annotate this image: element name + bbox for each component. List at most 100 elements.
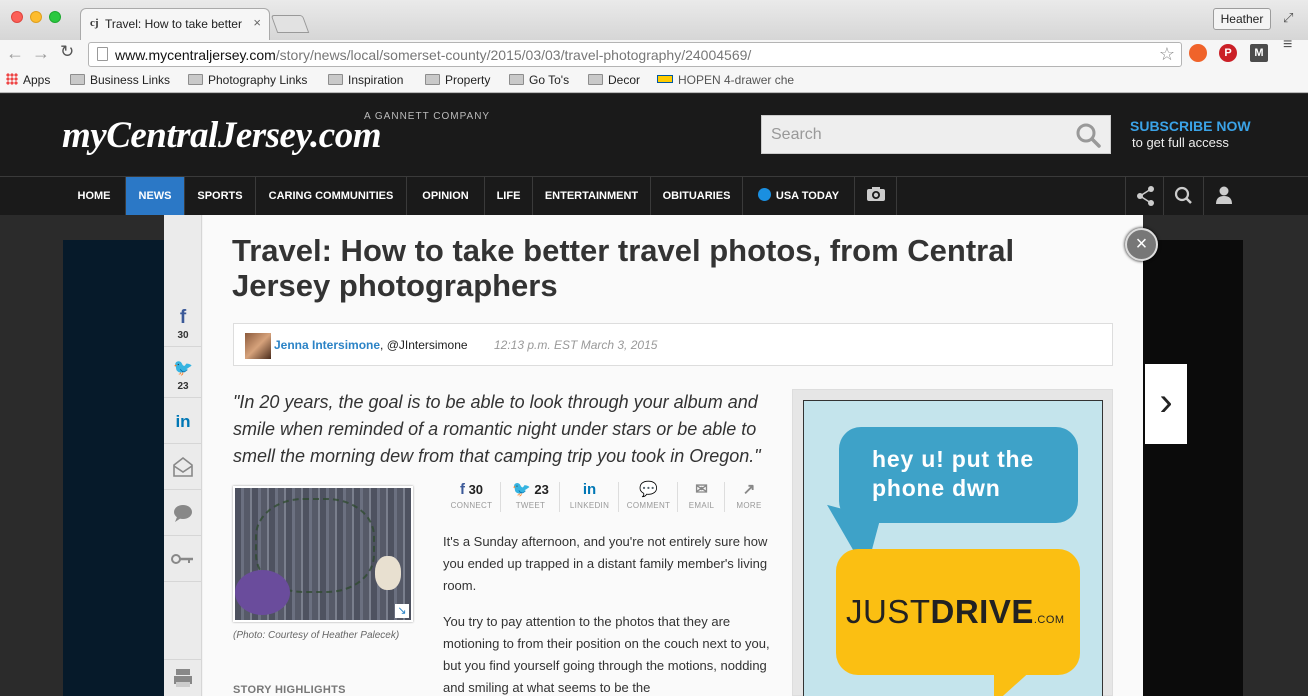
- nav-sports[interactable]: SPORTS: [185, 177, 256, 215]
- story-highlights-heading: STORY HIGHLIGHTS: [233, 684, 346, 696]
- comment-icon: [174, 505, 192, 522]
- close-modal-button[interactable]: ×: [1125, 228, 1158, 261]
- photo-pot: [235, 570, 290, 615]
- next-article-button[interactable]: ›: [1145, 364, 1187, 444]
- rail-facebook[interactable]: f 30: [164, 297, 202, 347]
- bookmark-apps[interactable]: Apps: [6, 73, 50, 87]
- back-arrow-icon[interactable]: ←: [6, 43, 24, 64]
- forward-arrow-icon[interactable]: →: [32, 43, 50, 64]
- nav-news[interactable]: NEWS: [126, 177, 185, 215]
- nav-caring-communities[interactable]: CARING COMMUNITIES: [256, 177, 407, 215]
- share-email[interactable]: ✉ EMAIL: [679, 482, 725, 512]
- author-avatar[interactable]: [245, 333, 271, 359]
- bookmark-photography-links[interactable]: Photography Links: [188, 73, 307, 87]
- linkedin-icon: in: [582, 481, 597, 498]
- share-more[interactable]: ↗ MORE: [726, 482, 772, 512]
- ad-container: hey u! put the phone dwn JUSTDRIVE.COM: [792, 389, 1113, 696]
- zoom-window-button[interactable]: [49, 11, 61, 23]
- chevron-right-icon: ›: [1159, 380, 1173, 424]
- bookmark-property[interactable]: Property: [425, 73, 490, 87]
- tab-title: Travel: How to take better: [105, 17, 242, 31]
- new-tab-button[interactable]: [270, 15, 310, 33]
- subscribe-link[interactable]: SUBSCRIBE NOW: [1130, 118, 1251, 134]
- linkedin-icon: in: [175, 412, 191, 431]
- main-nav: HOME NEWS SPORTS CARING COMMUNITIES OPIN…: [0, 176, 1308, 215]
- nav-opinion[interactable]: OPINION: [407, 177, 485, 215]
- twitter-count: 23: [177, 381, 189, 392]
- twitter-icon: 🐦: [512, 481, 531, 498]
- nav-usa-today[interactable]: USA TODAY: [743, 177, 855, 215]
- publish-date: 12:13 p.m. EST March 3, 2015: [494, 338, 658, 352]
- search-nav-button[interactable]: [1163, 177, 1203, 215]
- rail-key[interactable]: [164, 537, 202, 582]
- rail-comment[interactable]: [164, 491, 202, 536]
- article-text: It's a Sunday afternoon, and you're not …: [443, 531, 778, 696]
- share-label: TWEET: [515, 501, 546, 510]
- rail-twitter[interactable]: 🐦 23: [164, 348, 202, 398]
- user-icon: [1216, 186, 1232, 204]
- nav-home[interactable]: HOME: [63, 177, 126, 215]
- email-icon: [173, 456, 193, 477]
- just-drive-ad[interactable]: hey u! put the phone dwn JUSTDRIVE.COM: [803, 400, 1103, 696]
- search-icon: [1174, 186, 1192, 204]
- twitter-icon: 🐦: [173, 360, 193, 377]
- site-header: myCentralJersey.com A GANNETT COMPANY SU…: [0, 94, 1308, 176]
- article-photo[interactable]: ↘: [233, 486, 413, 622]
- share-label: COMMENT: [626, 501, 671, 510]
- subscribe-subtext[interactable]: to get full access: [1132, 135, 1229, 150]
- folder-icon: [70, 74, 85, 85]
- m-extension-icon[interactable]: M: [1250, 44, 1268, 62]
- share-icon: [1137, 186, 1154, 206]
- nav-obituaries[interactable]: OBITUARIES: [651, 177, 743, 215]
- fullscreen-icon[interactable]: ⤢: [1283, 10, 1293, 26]
- bookmark-go-tos[interactable]: Go To's: [509, 73, 569, 87]
- key-icon: [171, 554, 193, 564]
- article-modal: f 30 🐦 23 in Travel: How to take better …: [164, 215, 1143, 696]
- bookmark-star-icon[interactable]: ☆: [1159, 44, 1175, 65]
- share-linkedin[interactable]: in LINKEDIN: [561, 482, 619, 512]
- search-icon[interactable]: [1075, 122, 1101, 148]
- bookmark-hopen[interactable]: HOPEN 4-drawer che: [657, 73, 794, 87]
- menu-icon[interactable]: ≡: [1283, 37, 1292, 53]
- rail-print[interactable]: [164, 659, 202, 696]
- bookmark-inspiration[interactable]: Inspiration: [328, 73, 403, 87]
- url-path: /story/news/local/somerset-county/2015/0…: [275, 47, 752, 63]
- account-nav-button[interactable]: [1203, 177, 1243, 215]
- pinterest-icon[interactable]: P: [1219, 44, 1237, 62]
- rail-linkedin[interactable]: in: [164, 399, 202, 444]
- nav-entertainment[interactable]: ENTERTAINMENT: [533, 177, 651, 215]
- site-logo[interactable]: myCentralJersey.com: [62, 114, 381, 157]
- reload-icon[interactable]: ↻: [60, 42, 74, 62]
- url-text[interactable]: www.mycentraljersey.com/story/news/local…: [115, 47, 751, 63]
- nav-life[interactable]: LIFE: [485, 177, 533, 215]
- address-bar[interactable]: www.mycentraljersey.com/story/news/local…: [88, 42, 1182, 67]
- facebook-count: 30: [177, 330, 189, 341]
- share-comment[interactable]: 💬 COMMENT: [620, 482, 678, 512]
- browser-tab[interactable]: cj Travel: How to take better ×: [80, 8, 270, 40]
- share-count: 23: [534, 482, 549, 497]
- page-backdrop-left: [63, 240, 165, 696]
- share-nav-button[interactable]: [1125, 177, 1165, 215]
- bookmark-decor[interactable]: Decor: [588, 73, 640, 87]
- rail-email[interactable]: [164, 445, 202, 490]
- folder-icon: [425, 74, 440, 85]
- profile-button[interactable]: Heather: [1213, 8, 1271, 30]
- fire-extension-icon[interactable]: [1189, 44, 1207, 62]
- tab-close-icon[interactable]: ×: [253, 15, 261, 30]
- folder-icon: [509, 74, 524, 85]
- share-facebook[interactable]: f 30 CONNECT: [443, 482, 501, 512]
- close-window-button[interactable]: [11, 11, 23, 23]
- share-twitter[interactable]: 🐦 23 TWEET: [502, 482, 560, 512]
- bookmark-business-links[interactable]: Business Links: [70, 73, 170, 87]
- author-handle[interactable]: , @JIntersimone: [380, 338, 468, 352]
- author-link[interactable]: Jenna Intersimone: [274, 338, 380, 352]
- article-headline: Travel: How to take better travel photos…: [232, 233, 1015, 303]
- byline: Jenna Intersimone, @JIntersimone 12:13 p…: [233, 323, 1113, 366]
- search-input[interactable]: [762, 116, 1062, 153]
- share-label: CONNECT: [450, 501, 493, 510]
- page-backdrop-right: [1143, 240, 1243, 696]
- expand-icon[interactable]: ↘: [395, 604, 409, 618]
- nav-photos[interactable]: [855, 177, 897, 215]
- more-share-icon: ↗: [742, 481, 756, 498]
- minimize-window-button[interactable]: [30, 11, 42, 23]
